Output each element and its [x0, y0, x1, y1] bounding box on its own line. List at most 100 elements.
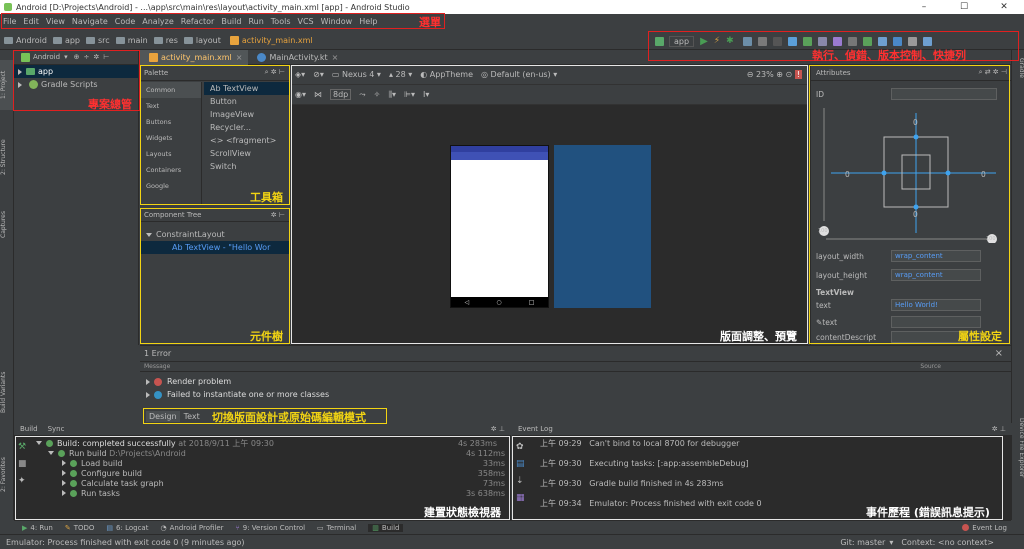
align-icon[interactable]: ⊫▾	[404, 90, 415, 99]
palette-category-text[interactable]: Text	[140, 98, 201, 114]
infer-constraints-icon[interactable]: ✧	[374, 90, 381, 99]
menu-navigate[interactable]: Navigate	[72, 17, 108, 26]
close-icon[interactable]: ×	[236, 53, 243, 62]
pack-icon[interactable]: ⫼▾	[388, 90, 396, 100]
target-icon[interactable]: ⊕	[74, 53, 80, 61]
crumb-file[interactable]: activity_main.xml	[227, 36, 313, 45]
close-icon[interactable]: ✕	[984, 0, 1024, 14]
tab-structure[interactable]: 2: Structure	[0, 130, 14, 185]
menu-edit[interactable]: Edit	[23, 17, 39, 26]
layers-icon[interactable]: ◈▾	[295, 70, 305, 79]
tab-event-log[interactable]: Event Log	[962, 524, 1007, 532]
project-view-select[interactable]: Android	[33, 53, 60, 61]
expand-icon[interactable]	[18, 81, 22, 88]
crumb-res[interactable]: res	[153, 36, 178, 45]
debug-icon[interactable]: ✱	[726, 36, 734, 46]
tab-gradle[interactable]: Gradle	[1013, 58, 1024, 88]
palette-category-common[interactable]: Common	[140, 82, 201, 98]
device-preview[interactable]: ◁ ○ □	[450, 145, 549, 308]
palette-category-containers[interactable]: Containers	[140, 162, 201, 178]
chevron-down-icon[interactable]: ▾	[64, 53, 68, 61]
build-row[interactable]: Run tasks 3s 638ms	[62, 488, 509, 498]
menu-help[interactable]: Help	[359, 17, 377, 26]
menu-view[interactable]: View	[46, 17, 65, 26]
vcs-commit-icon[interactable]	[802, 36, 812, 46]
maximize-icon[interactable]: ☐	[944, 0, 984, 14]
run-config-select[interactable]: app	[669, 35, 695, 47]
palette-item-textview[interactable]: Ab TextView	[204, 82, 290, 95]
hide-icon[interactable]: ⊢	[103, 53, 109, 61]
tab-build-variants[interactable]: Build Variants	[0, 365, 14, 420]
zoom-controls[interactable]: ⊖ 23% ⊕ ⊙ !	[747, 70, 802, 79]
close-icon[interactable]: ×	[332, 53, 339, 62]
palette-category-buttons[interactable]: Buttons	[140, 114, 201, 130]
build-row[interactable]: Load build 33ms	[62, 458, 509, 468]
tab-build[interactable]: ▥ Build	[368, 523, 404, 532]
orientation-icon[interactable]: ⊘▾	[313, 70, 324, 79]
blueprint-preview[interactable]	[554, 145, 651, 308]
id-field[interactable]	[891, 88, 997, 100]
crumb-project[interactable]: Android	[4, 36, 47, 45]
vcs-history-icon[interactable]	[817, 36, 827, 46]
menu-refactor[interactable]: Refactor	[181, 17, 215, 26]
text-field[interactable]: Hello World!	[891, 299, 981, 311]
menu-window[interactable]: Window	[321, 17, 353, 26]
close-icon[interactable]: ×	[995, 348, 1003, 359]
menu-tools[interactable]: Tools	[271, 17, 291, 26]
layout-height-select[interactable]: wrap_content	[891, 269, 981, 281]
palette-item-scrollview[interactable]: ScrollView	[204, 147, 290, 160]
vcs-update-icon[interactable]	[787, 36, 797, 46]
event-row[interactable]: 上午 09:30 Gradle build finished in 4s 283…	[540, 478, 724, 489]
build-row[interactable]: Run build D:\Projects\Android 4s 112ms	[48, 448, 509, 458]
margin-right-value[interactable]: 0	[981, 167, 986, 181]
tree-node-textview[interactable]: Ab TextView - "Hello Wor	[140, 241, 289, 254]
palette-item-imageview[interactable]: ImageView	[204, 108, 290, 121]
palette-category-google[interactable]: Google	[140, 178, 201, 194]
clear-constraints-icon[interactable]: ⤳	[359, 90, 365, 100]
expand-icon[interactable]	[146, 378, 150, 385]
build-row[interactable]: Calculate task graph 73ms	[62, 478, 509, 488]
stop-icon[interactable]: ■	[18, 456, 34, 473]
menu-code[interactable]: Code	[115, 17, 135, 26]
crumb-main[interactable]: main	[115, 36, 148, 45]
autoconnect-icon[interactable]: ⋈	[314, 90, 322, 99]
sdk-manager-icon[interactable]	[877, 36, 887, 46]
collapse-icon[interactable]: ÷	[83, 53, 89, 61]
tools-text-field[interactable]	[891, 316, 981, 328]
collapse-icon[interactable]	[146, 232, 152, 237]
expand-icon[interactable]	[146, 391, 150, 398]
margin-left-value[interactable]: 0	[845, 167, 850, 181]
mark-read-icon[interactable]: ▤	[516, 456, 532, 473]
palette-item-fragment[interactable]: <> <fragment>	[204, 134, 290, 147]
default-margin[interactable]: 8dp	[330, 89, 352, 100]
locale-select[interactable]: ◎ Default (en-us) ▾	[481, 70, 557, 79]
eye-icon[interactable]: ◉▾	[295, 90, 306, 99]
gear-icon[interactable]: ✲ ⊥	[491, 425, 505, 433]
pin-icon[interactable]: ✦	[18, 473, 34, 490]
project-structure-icon[interactable]	[922, 36, 932, 46]
menu-file[interactable]: File	[3, 17, 16, 26]
crumb-src[interactable]: src	[86, 36, 110, 45]
minimize-icon[interactable]: –	[904, 0, 944, 14]
tab-version-control[interactable]: ⑂ 9: Version Control	[236, 524, 306, 532]
margin-top-value[interactable]: 0	[913, 115, 918, 129]
tab-main-activity[interactable]: MainActivity.kt ×	[248, 50, 344, 65]
sync-gradle-icon[interactable]	[847, 36, 857, 46]
error-row[interactable]: Render problem	[140, 375, 1011, 388]
menu-vcs[interactable]: VCS	[298, 17, 314, 26]
gear-icon[interactable]: ✲ ⊢	[271, 211, 285, 219]
hammer-icon[interactable]	[655, 36, 664, 46]
tab-activity-main[interactable]: activity_main.xml ×	[140, 49, 249, 65]
build-row[interactable]: Configure build 358ms	[62, 468, 509, 478]
attach-debugger-icon[interactable]	[742, 36, 752, 46]
palette-item-recyclerview[interactable]: Recycler...	[204, 121, 290, 134]
device-select[interactable]: ▭ Nexus 4 ▾	[332, 70, 381, 79]
tree-item-app[interactable]: app	[14, 65, 138, 78]
crumb-app[interactable]: app	[52, 36, 80, 45]
menu-run[interactable]: Run	[248, 17, 263, 26]
hammer-icon[interactable]: ⚒	[18, 439, 34, 456]
stop-icon[interactable]	[772, 36, 782, 46]
event-row[interactable]: 上午 09:29 Can't bind to local 8700 for de…	[540, 438, 739, 449]
menu-analyze[interactable]: Analyze	[142, 17, 174, 26]
build-tab[interactable]: Build	[20, 425, 38, 433]
